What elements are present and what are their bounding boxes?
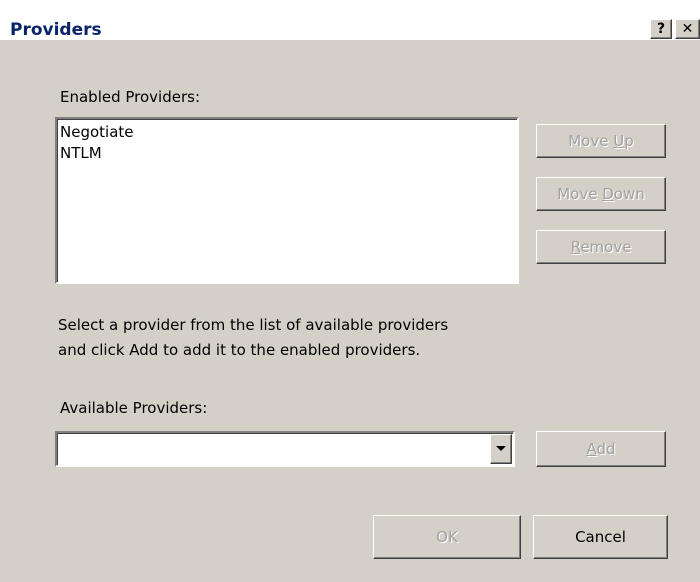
move-up-accelerator: U — [613, 132, 625, 150]
title-bar: Providers ? ✕ — [0, 0, 700, 40]
move-down-accelerator: D — [602, 185, 614, 203]
move-down-button[interactable]: Move Down — [536, 177, 666, 211]
providers-dialog: Providers ? ✕ Enabled Providers: Negotia… — [0, 0, 700, 582]
remove-accelerator: R — [570, 238, 581, 256]
add-button[interactable]: Add — [536, 431, 666, 467]
move-up-label-pre: Move — [568, 132, 614, 150]
list-item[interactable]: NTLM — [57, 143, 517, 164]
available-providers-label: Available Providers: — [60, 399, 208, 417]
move-down-label-post: own — [613, 185, 645, 203]
help-button[interactable]: ? — [650, 19, 672, 39]
cancel-button[interactable]: Cancel — [533, 515, 668, 559]
move-up-button[interactable]: Move Up — [536, 124, 666, 158]
move-up-label-post: p — [624, 132, 634, 150]
close-button[interactable]: ✕ — [675, 19, 700, 39]
remove-label-post: emove — [580, 238, 632, 256]
remove-button[interactable]: Remove — [536, 230, 666, 264]
chevron-down-icon — [496, 446, 506, 451]
ok-button[interactable]: OK — [373, 515, 521, 559]
move-down-label-pre: Move — [557, 185, 603, 203]
instructions-line-1: Select a provider from the list of avail… — [58, 316, 449, 334]
available-providers-dropdown[interactable] — [55, 431, 515, 467]
enabled-providers-label: Enabled Providers: — [60, 88, 201, 106]
instructions-line-2: and click Add to add it to the enabled p… — [58, 341, 421, 359]
dropdown-arrow-button[interactable] — [490, 434, 512, 464]
add-accelerator: A — [586, 440, 597, 458]
enabled-providers-list[interactable]: Negotiate NTLM — [55, 117, 519, 284]
close-icon: ✕ — [681, 21, 694, 37]
add-label-post: dd — [596, 440, 616, 458]
list-item[interactable]: Negotiate — [57, 122, 517, 143]
dialog-title: Providers — [10, 20, 102, 40]
